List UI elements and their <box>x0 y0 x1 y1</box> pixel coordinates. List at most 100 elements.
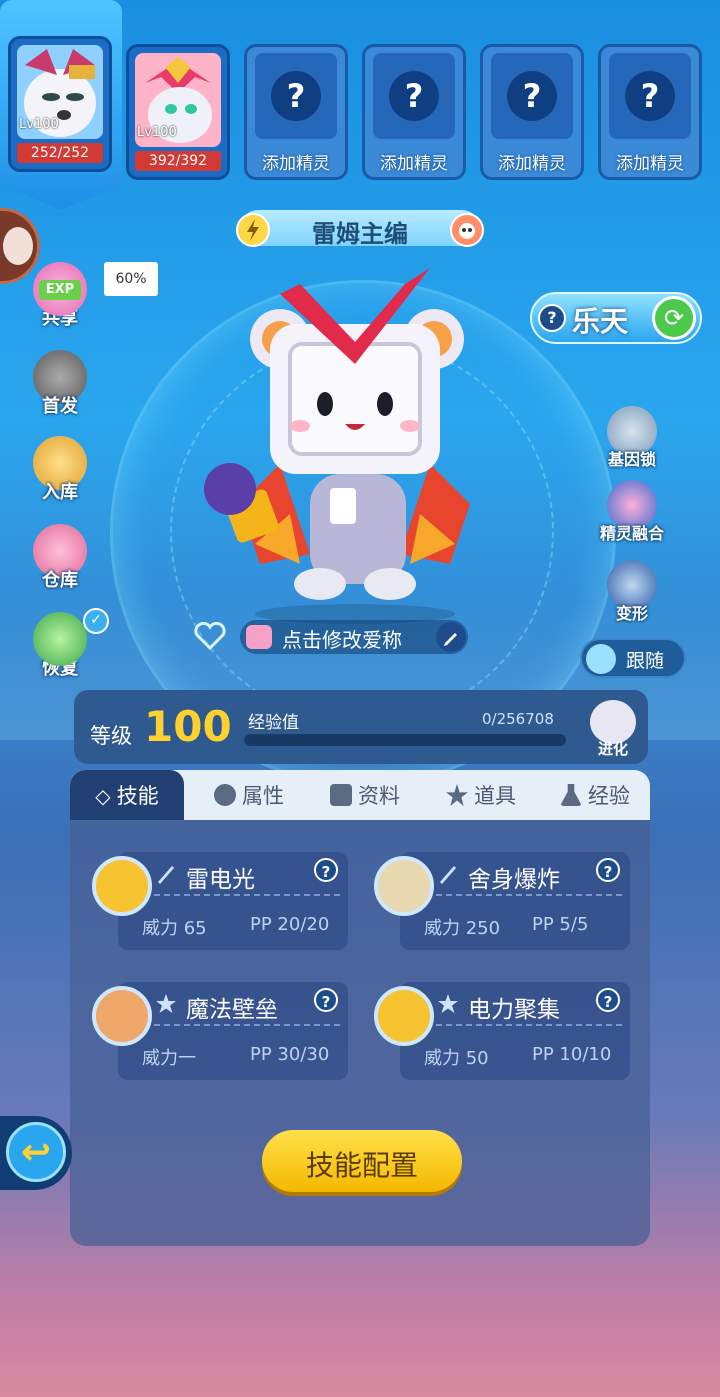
skill-pp: PP 10/10 <box>532 1044 612 1065</box>
level-key: 等级 <box>90 724 132 748</box>
skill-name: 魔法壁垒 <box>186 997 278 1023</box>
team-slot-3[interactable]: ? 添加精灵 <box>244 44 348 180</box>
team-slot-2[interactable]: Lv100 392/392 <box>126 44 230 180</box>
skill-name: 电力聚集 <box>468 997 560 1023</box>
tab-skills[interactable]: ◇ 技能 <box>70 770 184 820</box>
skill-card-3[interactable]: 魔法壁垒 ? 威力一 PP 30/30 <box>92 982 348 1080</box>
thunder-skill-icon <box>92 856 152 916</box>
exp-value: 0/256708 <box>482 710 554 728</box>
exp-badge: EXP <box>39 280 81 300</box>
question-icon: ? <box>271 71 321 121</box>
store-button[interactable]: 入库 <box>28 436 92 504</box>
transform-button[interactable]: 变形 <box>594 560 670 624</box>
add-pet-label: 添加精灵 <box>262 154 330 174</box>
heal-icon: ✓ <box>33 608 109 666</box>
add-pet-label: 添加精灵 <box>380 154 448 174</box>
divider <box>436 894 622 896</box>
team-bar: Lv100 252/252 Lv100 392/392 ? 添加精灵 ? 添加精… <box>0 0 720 210</box>
skill-card-1[interactable]: 雷电光 ? 威力 65 PP 20/20 <box>92 852 348 950</box>
back-arrow-icon: ↩ <box>6 1122 66 1182</box>
tab-label: 属性 <box>242 784 284 808</box>
skill-card-4[interactable]: 电力聚集 ? 威力 50 PP 10/10 <box>374 982 630 1080</box>
exp-share-button[interactable]: EXP 共享 <box>28 262 92 330</box>
exp-bar <box>244 734 566 746</box>
pet-name: 雷姆主编 <box>312 220 408 248</box>
tab-experience[interactable]: 经验 <box>540 770 650 820</box>
heart-icon[interactable] <box>194 621 226 651</box>
skill-help-icon[interactable]: ? <box>596 988 620 1012</box>
empty-slot-silhouette: ? <box>255 53 337 139</box>
warehouse-button[interactable]: 仓库 <box>28 524 92 592</box>
lead-label: 首发 <box>42 396 78 417</box>
add-pet-label: 添加精灵 <box>498 154 566 174</box>
skill-name: 雷电光 <box>186 867 255 893</box>
skill-help-icon[interactable]: ? <box>314 988 338 1012</box>
team-slot-6[interactable]: ? 添加精灵 <box>598 44 702 180</box>
nickname-button[interactable]: 点击修改爱称 <box>240 620 468 654</box>
pet-level-1: Lv100 <box>19 117 59 132</box>
pet-level-2: Lv100 <box>137 125 177 140</box>
skill-name: 舍身爆炸 <box>468 867 560 893</box>
evolve-label: 进化 <box>597 740 628 758</box>
heal-button[interactable]: ✓ 恢复 <box>28 608 109 680</box>
skill-power: 威力 50 <box>424 1048 489 1069</box>
help-icon: ? <box>538 304 566 332</box>
tab-attributes[interactable]: 属性 <box>194 770 304 820</box>
skill-tab-icon: ◇ <box>95 784 111 808</box>
items-tab-icon <box>446 784 468 806</box>
tab-label: 技能 <box>116 784 159 808</box>
physical-attack-icon <box>436 862 460 886</box>
physical-attack-icon <box>154 862 178 886</box>
follow-label: 跟随 <box>626 650 665 672</box>
skill-help-icon[interactable]: ? <box>314 858 338 882</box>
refresh-icon: ⟳ <box>652 296 696 340</box>
tab-label: 经验 <box>588 784 630 808</box>
pet-name-banner: 雷姆主编 <box>240 210 480 248</box>
pet-character[interactable] <box>200 264 510 624</box>
profile-tab-icon <box>330 784 352 806</box>
team-slot-1[interactable]: Lv100 252/252 <box>8 36 112 172</box>
divider <box>154 894 340 896</box>
thunder-skill-icon <box>374 986 434 1046</box>
skill-pp: PP 30/30 <box>250 1044 330 1065</box>
empty-slot-silhouette: ? <box>609 53 691 139</box>
attribute-tab-icon <box>214 784 236 806</box>
skill-help-icon[interactable]: ? <box>596 858 620 882</box>
tab-profile[interactable]: 资料 <box>310 770 420 820</box>
pet-hp-2: 392/392 <box>135 151 221 171</box>
info-tabs: ◇ 技能 属性 资料 道具 经验 <box>70 770 650 820</box>
drawer-icon <box>3 227 33 265</box>
team-slot-4[interactable]: ? 添加精灵 <box>362 44 466 180</box>
flask-tab-icon <box>560 784 582 806</box>
letian-button[interactable]: ? 乐天 ⟳ <box>530 292 702 344</box>
pet-species-icon <box>450 213 484 247</box>
team-slot-5[interactable]: ? 添加精灵 <box>480 44 584 180</box>
question-icon: ? <box>507 71 557 121</box>
fusion-button[interactable]: 精灵融合 <box>594 480 670 544</box>
exp-key: 经验值 <box>248 713 299 733</box>
gene-lock-button[interactable]: 基因锁 <box>594 406 670 470</box>
tab-label: 资料 <box>358 784 400 808</box>
skill-power: 威力 65 <box>142 918 207 939</box>
skill-config-label: 技能配置 <box>305 1149 418 1182</box>
question-icon: ? <box>389 71 439 121</box>
lead-button[interactable]: 首发 <box>28 350 92 418</box>
back-button[interactable]: ↩ <box>0 1116 72 1190</box>
tab-items[interactable]: 道具 <box>426 770 536 820</box>
skill-card-2[interactable]: 舍身爆炸 ? 威力 250 PP 5/5 <box>374 852 630 950</box>
skill-power: 威力 250 <box>424 918 501 939</box>
empty-slot-silhouette: ? <box>491 53 573 139</box>
add-pet-label: 添加精灵 <box>616 154 684 174</box>
follow-toggle[interactable]: 跟随 <box>580 638 686 678</box>
status-skill-icon <box>436 992 460 1016</box>
evolve-button[interactable]: 进化 <box>584 698 642 758</box>
skill-config-button[interactable]: 技能配置 <box>262 1130 462 1192</box>
nickname-card-icon <box>246 625 272 649</box>
nickname-hint: 点击修改爱称 <box>282 628 402 652</box>
level-panel: 等级 100 经验值 0/256708 进化 <box>74 690 648 764</box>
empty-slot-silhouette: ? <box>373 53 455 139</box>
tab-label: 道具 <box>474 784 516 808</box>
exp-share-percent: 60% <box>104 262 158 296</box>
divider <box>154 1024 340 1026</box>
status-skill-icon <box>154 992 178 1016</box>
